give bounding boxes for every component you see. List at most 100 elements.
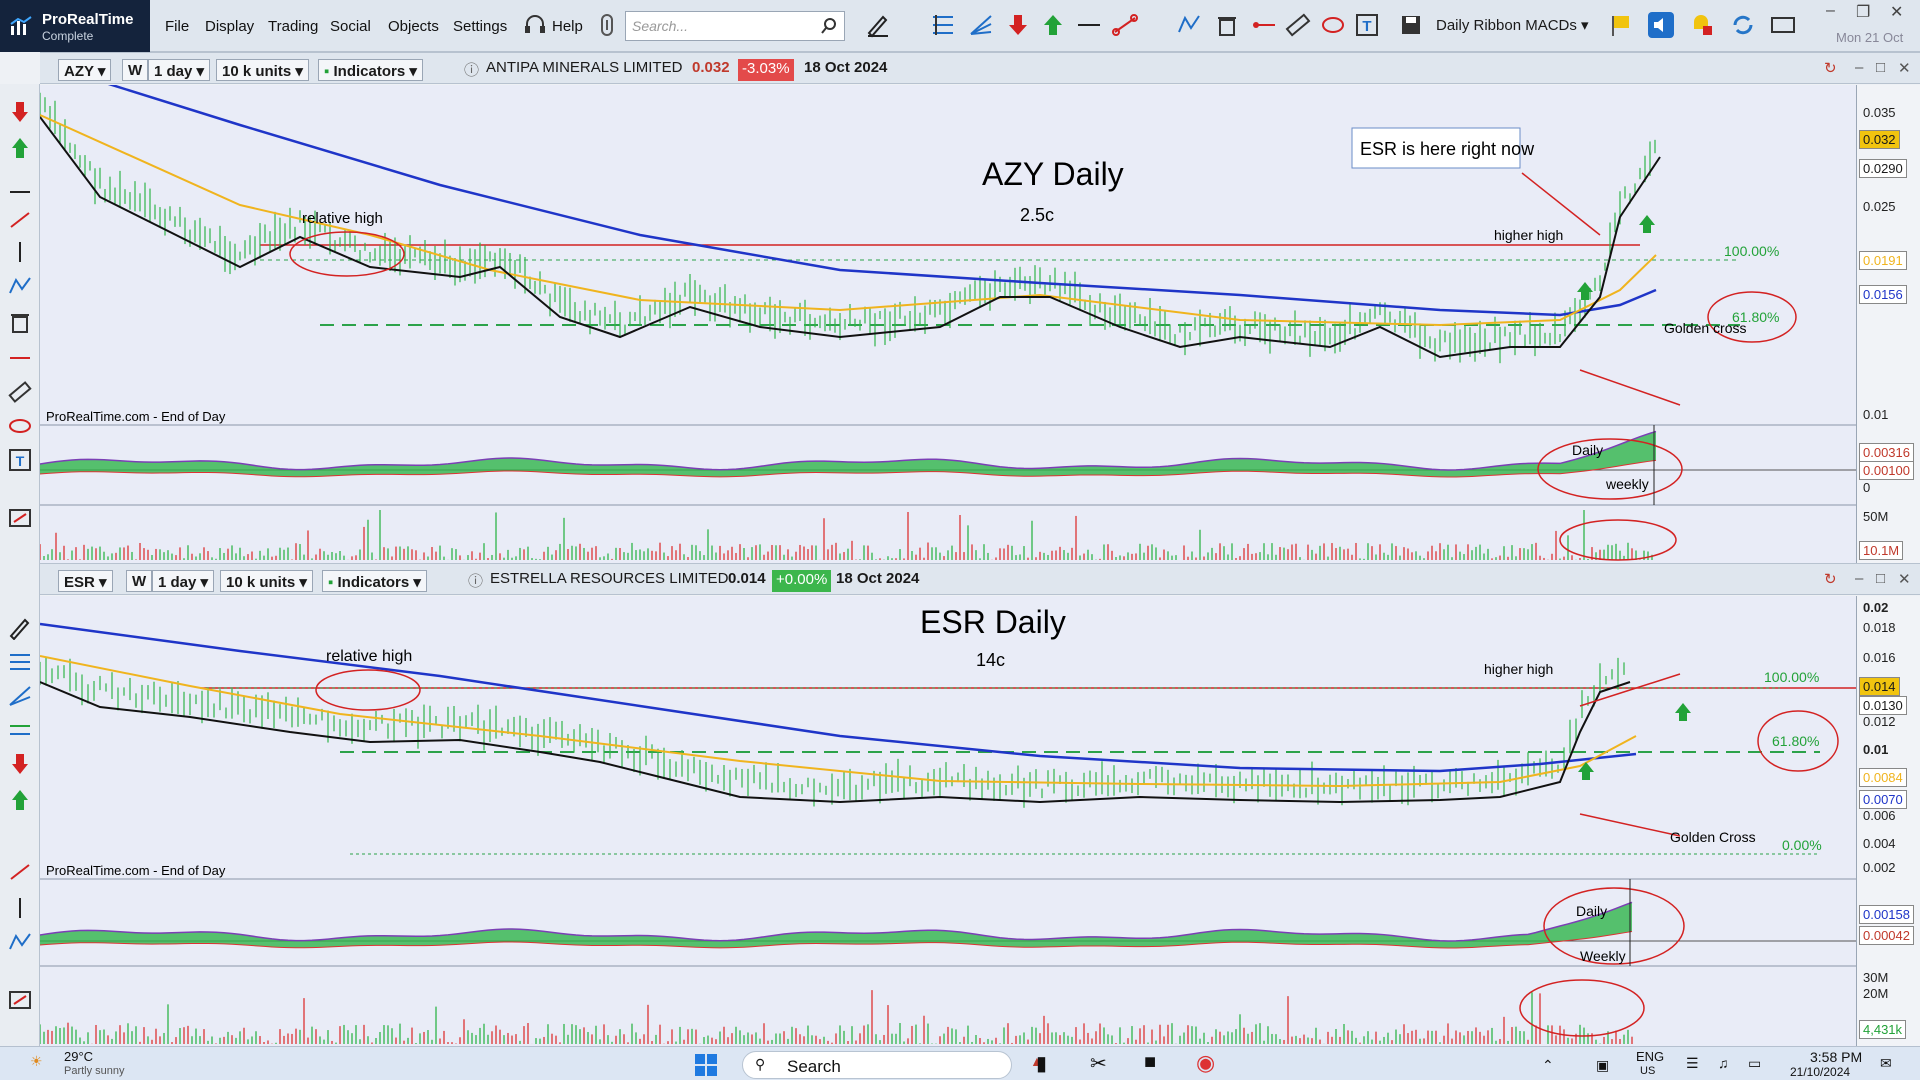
close-icon[interactable]: ✕ [1890,2,1903,22]
pane2-price-axis[interactable]: 0.02 0.018 0.016 0.014 0.0130 0.012 0.01… [1856,596,1920,1046]
pane1-weekly-toggle[interactable]: W [122,59,149,81]
snip-icon[interactable]: ✂ [1090,1051,1107,1076]
pane1-ticker-select[interactable]: AZY ▾ [58,59,112,81]
menu-settings[interactable]: Settings [453,18,507,35]
up-arrow-icon[interactable] [8,788,32,812]
menu-help[interactable]: Help [552,18,583,35]
minimize-icon[interactable]: – [1826,2,1835,20]
trendline-icon[interactable] [1112,12,1138,38]
pane2-minimize-icon[interactable]: – [1855,570,1863,592]
pane2-axis-label: 0.006 [1863,808,1896,823]
indicator-settings-icon[interactable] [8,506,32,530]
pane1-units-select[interactable]: 10 k units ▾ [216,59,309,81]
pencil-icon[interactable] [8,616,32,640]
sync-icon[interactable] [1730,12,1756,38]
link-icon[interactable] [594,12,620,38]
tray-app-icon[interactable]: ▣ [1596,1057,1609,1074]
headset-icon[interactable] [522,12,548,38]
taskbar-search-box[interactable]: ⚲ Search [742,1051,1012,1079]
segment-icon[interactable] [1252,12,1278,38]
pane1-maximize-icon[interactable]: □ [1876,59,1885,81]
pattern-abc-icon[interactable] [8,930,32,954]
pane1-price-axis[interactable]: 0.035 0.032 0.0290 0.025 0.0191 0.0156 0… [1856,85,1920,563]
chrome-icon[interactable]: ◉ [1196,1050,1215,1076]
fibonacci-icon[interactable] [8,650,32,674]
menu-objects[interactable]: Objects [388,18,439,35]
pane2-refresh-icon[interactable]: ↻ [1824,570,1837,592]
prorealtime-taskbar-icon[interactable]: ■ [1144,1051,1156,1074]
windows-start-icon[interactable] [694,1053,718,1077]
tray-overflow-icon[interactable]: ⌃ [1542,1057,1554,1074]
down-arrow-icon[interactable] [8,100,32,124]
notifications-icon[interactable]: ✉ [1880,1055,1892,1072]
search-icon[interactable] [820,17,838,35]
app-logo[interactable]: ProRealTime Complete [0,0,150,52]
pane2-maximize-icon[interactable]: □ [1876,570,1885,592]
fibonacci-icon[interactable] [930,12,956,38]
ellipse-icon[interactable] [1320,12,1346,38]
fib-fan-icon[interactable] [8,684,32,708]
pane2-ticker-select[interactable]: ESR ▾ [58,570,113,592]
volume-icon[interactable]: ♫ [1718,1055,1729,1071]
ellipse-icon[interactable] [8,414,32,438]
menu-display[interactable]: Display [205,18,254,35]
indicator-settings-icon[interactable] [8,988,32,1012]
fib-retracement-icon[interactable] [8,718,32,742]
segment-icon[interactable] [8,346,32,370]
menu-trading[interactable]: Trading [268,18,318,35]
taskview-icon[interactable]: ▮ [1036,1051,1047,1076]
pane2-period-select[interactable]: 1 day ▾ [152,570,215,592]
pattern-abc-icon[interactable] [1176,12,1202,38]
pane1-close-icon[interactable]: ✕ [1898,59,1911,81]
pane1-indicators-button[interactable]: ▪ Indicators ▾ [318,59,423,81]
pane2-close-icon[interactable]: ✕ [1898,570,1911,592]
trash-icon[interactable] [8,310,32,334]
text-tool-icon[interactable]: T [1354,12,1380,38]
pane2-indicators-button[interactable]: ▪ Indicators ▾ [322,570,427,592]
restore-icon[interactable]: ❐ [1856,2,1870,22]
sound-icon[interactable] [1648,12,1674,38]
save-template-icon[interactable] [1398,12,1424,38]
pattern-abc-icon[interactable] [8,274,32,298]
pane1-minimize-icon[interactable]: – [1855,59,1863,81]
pane2-chart[interactable]: relative high ESR Daily 14c higher high … [40,596,1856,1046]
trendline-icon[interactable] [8,208,32,232]
weather-icon[interactable]: ☀ [30,1053,43,1070]
vertical-line-icon[interactable] [8,896,32,920]
pane2-units-select[interactable]: 10 k units ▾ [220,570,313,592]
pane2-chart-title: ESR Daily [920,604,1066,640]
menu-social[interactable]: Social [330,18,371,35]
pane1-refresh-icon[interactable]: ↻ [1824,59,1837,81]
ruler-icon[interactable] [8,380,32,404]
wifi-icon[interactable]: ☰ [1686,1055,1699,1072]
lang-indicator[interactable]: ENG [1636,1049,1664,1064]
pane1-period-select[interactable]: 1 day ▾ [148,59,211,81]
flag-icon[interactable] [1608,12,1634,38]
pane1-volume-scale: 50M [1863,509,1889,524]
up-arrow-icon[interactable] [8,136,32,160]
text-tool-icon[interactable]: T [8,448,32,472]
horizontal-line-icon[interactable] [1076,12,1102,38]
fib-fan-icon[interactable] [968,12,994,38]
horizontal-line-icon[interactable] [8,180,32,204]
down-arrow-icon[interactable] [8,752,32,776]
trash-icon[interactable] [1214,12,1240,38]
template-selector[interactable]: Daily Ribbon MACDs ▾ [1436,16,1589,34]
menu-file[interactable]: File [165,18,189,35]
battery-icon[interactable]: ▭ [1748,1055,1761,1072]
trendline-icon[interactable] [8,860,32,884]
info-icon[interactable]: ⓘ [464,59,479,81]
search-input[interactable]: Search... [625,11,845,41]
pane1-chart[interactable]: relative high AZY Daily 2.5c ESR is here… [40,85,1856,563]
pencil-icon[interactable] [865,12,891,38]
info-icon[interactable]: ⓘ [468,570,483,592]
vertical-line-icon[interactable] [8,240,32,264]
alerts-icon[interactable] [1688,12,1714,38]
down-arrow-icon[interactable] [1005,12,1031,38]
pane2-weekly-toggle[interactable]: W [126,570,153,592]
up-arrow-icon[interactable] [1040,12,1066,38]
ruler-icon[interactable] [1285,12,1311,38]
keyboard-icon[interactable] [1770,12,1796,38]
pane2-axis-label: 0.018 [1863,620,1896,635]
clock-time[interactable]: 3:58 PM [1810,1049,1862,1065]
